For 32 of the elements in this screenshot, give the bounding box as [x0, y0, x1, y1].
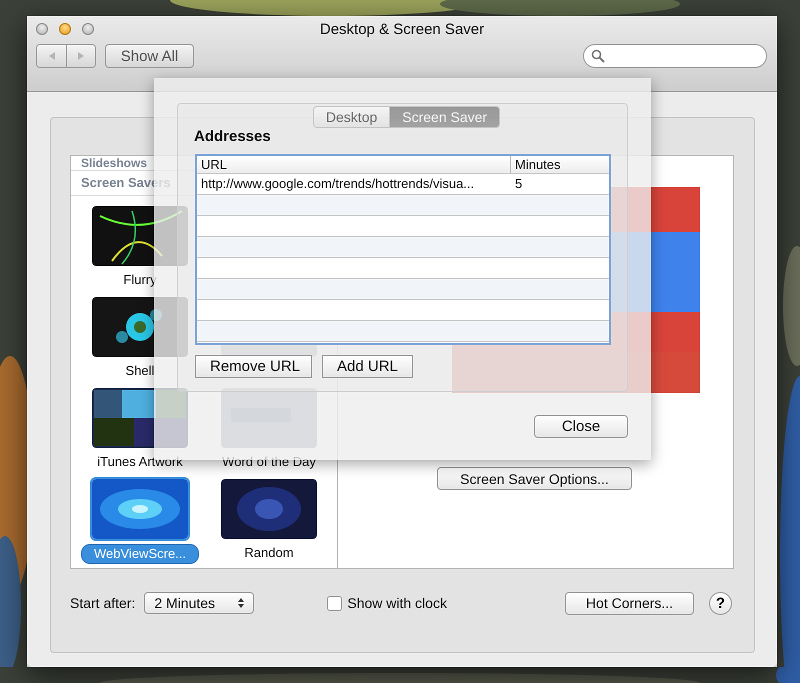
show-all-button[interactable]: Show All	[105, 44, 194, 68]
table-row[interactable]	[197, 195, 609, 216]
zoom-icon[interactable]	[82, 23, 94, 35]
hot-corners-button[interactable]: Hot Corners...	[565, 592, 694, 614]
sheet-heading: Addresses	[194, 128, 272, 145]
checkbox-label: Show with clock	[347, 595, 447, 611]
sheet-button[interactable]: Remove URL	[195, 355, 312, 378]
table-row[interactable]	[197, 237, 609, 258]
table-cell-text: 5	[514, 175, 522, 193]
forward-arrow-icon	[76, 51, 86, 61]
search-field[interactable]	[583, 44, 767, 68]
minimize-icon[interactable]	[59, 23, 71, 35]
address-table[interactable]: URL Minutes http://www.google.com/trends/hottrends/visua... 5	[195, 154, 611, 345]
checkbox[interactable]	[327, 596, 342, 610]
options-button[interactable]: Screen Saver Options...	[437, 467, 632, 490]
sheet-button[interactable]: Add URL	[322, 355, 413, 378]
window-title: Desktop & Screen Saver	[320, 21, 484, 39]
thumbnail-label[interactable]: iTunes Artwork	[85, 453, 195, 471]
start-after-popup[interactable]: 2 Minutes	[144, 592, 254, 614]
thumbnail-label[interactable]: Random	[232, 544, 306, 562]
stepper-icon	[237, 597, 246, 609]
start-after-label: Start after:	[70, 595, 136, 611]
column-header[interactable]: Minutes	[510, 156, 561, 173]
close-icon[interactable]	[36, 23, 48, 35]
forward-button[interactable]	[66, 45, 95, 67]
search-icon	[591, 49, 605, 63]
table-row[interactable]	[197, 279, 609, 300]
help-button[interactable]: ?	[709, 592, 732, 614]
back-arrow-icon	[46, 51, 56, 61]
table-row[interactable]	[197, 321, 609, 342]
back-button[interactable]	[37, 45, 66, 67]
close-button[interactable]: Close	[534, 415, 628, 438]
